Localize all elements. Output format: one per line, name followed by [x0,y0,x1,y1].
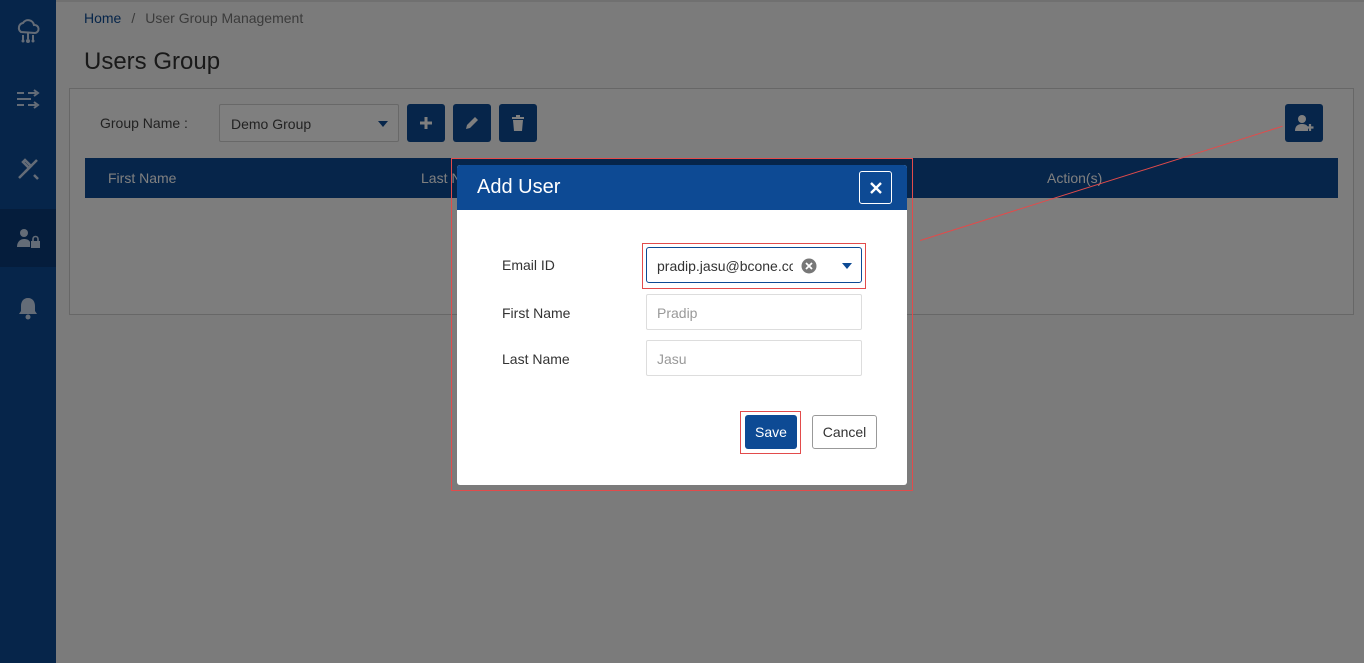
last-name-field[interactable]: Jasu [646,340,862,376]
annotation-target-add-user [1284,103,1324,143]
email-label: Email ID [502,257,555,273]
annotation-highlight-save [740,411,801,454]
first-name-field[interactable]: Pradip [646,294,862,330]
first-name-label: First Name [502,305,571,321]
last-name-label: Last Name [502,351,570,367]
dialog-title: Add User [477,176,561,198]
add-user-dialog: Add User Email ID pradip.jasu@bcone.cc F… [457,165,907,485]
annotation-highlight-email [642,243,866,289]
close-button[interactable] [859,171,892,204]
cancel-button[interactable]: Cancel [812,415,877,449]
close-icon [869,181,882,194]
dialog-header: Add User [457,165,907,210]
